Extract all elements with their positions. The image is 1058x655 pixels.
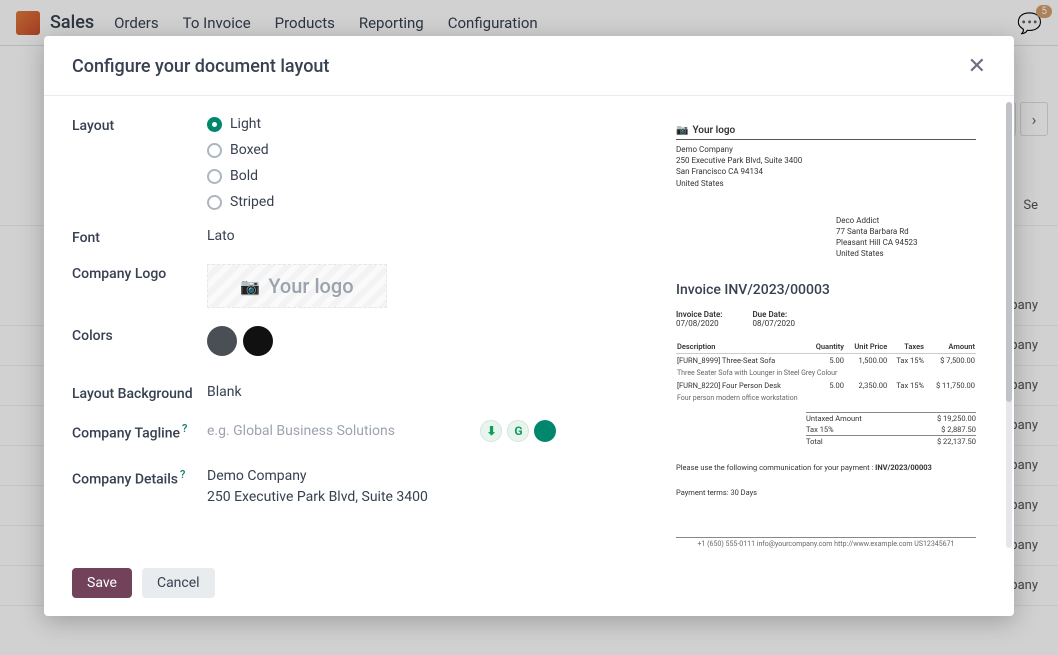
label-layout-bg: Layout Background <box>72 384 207 402</box>
color-swatch-secondary[interactable] <box>243 326 273 356</box>
extension-icons: ⬇ G <box>480 420 556 442</box>
color-swatch-primary[interactable] <box>207 326 237 356</box>
layout-bg-select[interactable]: Blank <box>207 384 636 402</box>
scrollbar-thumb[interactable] <box>1006 102 1012 402</box>
radio-dot-icon <box>207 195 222 210</box>
camera-icon: 📷 <box>240 277 260 296</box>
form-column: Layout Light Boxed Bold Striped Font Lat… <box>72 116 666 554</box>
tagline-input[interactable] <box>207 423 457 439</box>
label-colors: Colors <box>72 326 207 356</box>
logo-upload[interactable]: 📷 Your logo <box>207 264 387 308</box>
table-row: Four person modern office workstation <box>676 392 976 404</box>
radio-dot-icon <box>207 169 222 184</box>
preview-comms: Please use the following communication f… <box>676 463 976 472</box>
preview-company-block: Demo Company 250 Executive Park Blvd, Su… <box>676 144 976 189</box>
preview-totals: Untaxed Amount$ 19,250.00 Tax 15%$ 2,887… <box>806 412 976 447</box>
extension-icon-3[interactable] <box>534 420 556 442</box>
radio-light[interactable]: Light <box>207 116 636 132</box>
preview-logo: 📷 Your logo <box>676 125 735 136</box>
save-button[interactable]: Save <box>72 568 132 598</box>
label-font: Font <box>72 228 207 246</box>
modal-header: Configure your document layout ✕ <box>44 36 1014 96</box>
table-row: Three Seater Sofa with Lounger in Steel … <box>676 367 976 379</box>
font-select[interactable]: Lato <box>207 228 636 246</box>
preview-doc-title: Invoice INV/2023/00003 <box>676 282 976 298</box>
table-row: [FURN_8220] Four Person Desk 5.00 2,350.… <box>676 379 976 392</box>
preview-dates: Invoice Date:07/08/2020 Due Date:08/07/2… <box>676 310 976 328</box>
label-details: Company Details? <box>72 466 207 508</box>
cancel-button[interactable]: Cancel <box>142 568 215 598</box>
radio-striped[interactable]: Striped <box>207 194 636 210</box>
preview-line-table: Description Quantity Unit Price Taxes Am… <box>676 340 976 404</box>
label-company-logo: Company Logo <box>72 264 207 308</box>
modal-body: Layout Light Boxed Bold Striped Font Lat… <box>44 96 1014 554</box>
modal-footer: Save Cancel <box>44 554 1014 616</box>
radio-bold[interactable]: Bold <box>207 168 636 184</box>
grammarly-icon[interactable]: G <box>507 420 529 442</box>
extension-icon-1[interactable]: ⬇ <box>480 420 502 442</box>
close-icon[interactable]: ✕ <box>968 54 986 79</box>
logo-placeholder-text: Your logo <box>268 274 353 298</box>
table-row: [FURN_8999] Three-Seat Sofa 5.00 1,500.0… <box>676 353 976 367</box>
color-swatches <box>207 326 636 356</box>
help-icon[interactable]: ? <box>180 468 185 481</box>
document-preview: 📷 Your logo Demo Company 250 Executive P… <box>666 116 986 554</box>
label-layout: Layout <box>72 116 207 210</box>
modal-overlay: Configure your document layout ✕ Layout … <box>0 0 1058 655</box>
preview-footer: +1 (650) 555-0111 info@yourcompany.com h… <box>676 537 976 548</box>
company-details-input[interactable]: Demo Company 250 Executive Park Blvd, Su… <box>207 466 636 508</box>
radio-boxed[interactable]: Boxed <box>207 142 636 158</box>
document-layout-modal: Configure your document layout ✕ Layout … <box>44 36 1014 616</box>
preview-terms: Payment terms: 30 Days <box>676 488 976 497</box>
modal-title: Configure your document layout <box>72 56 329 77</box>
help-icon[interactable]: ? <box>182 422 187 435</box>
preview-customer-block: Deco Addict 77 Santa Barbara Rd Pleasant… <box>836 215 976 260</box>
radio-dot-icon <box>207 143 222 158</box>
layout-radio-group: Light Boxed Bold Striped <box>207 116 636 210</box>
radio-dot-icon <box>207 117 222 132</box>
label-tagline: Company Tagline? <box>72 420 207 442</box>
